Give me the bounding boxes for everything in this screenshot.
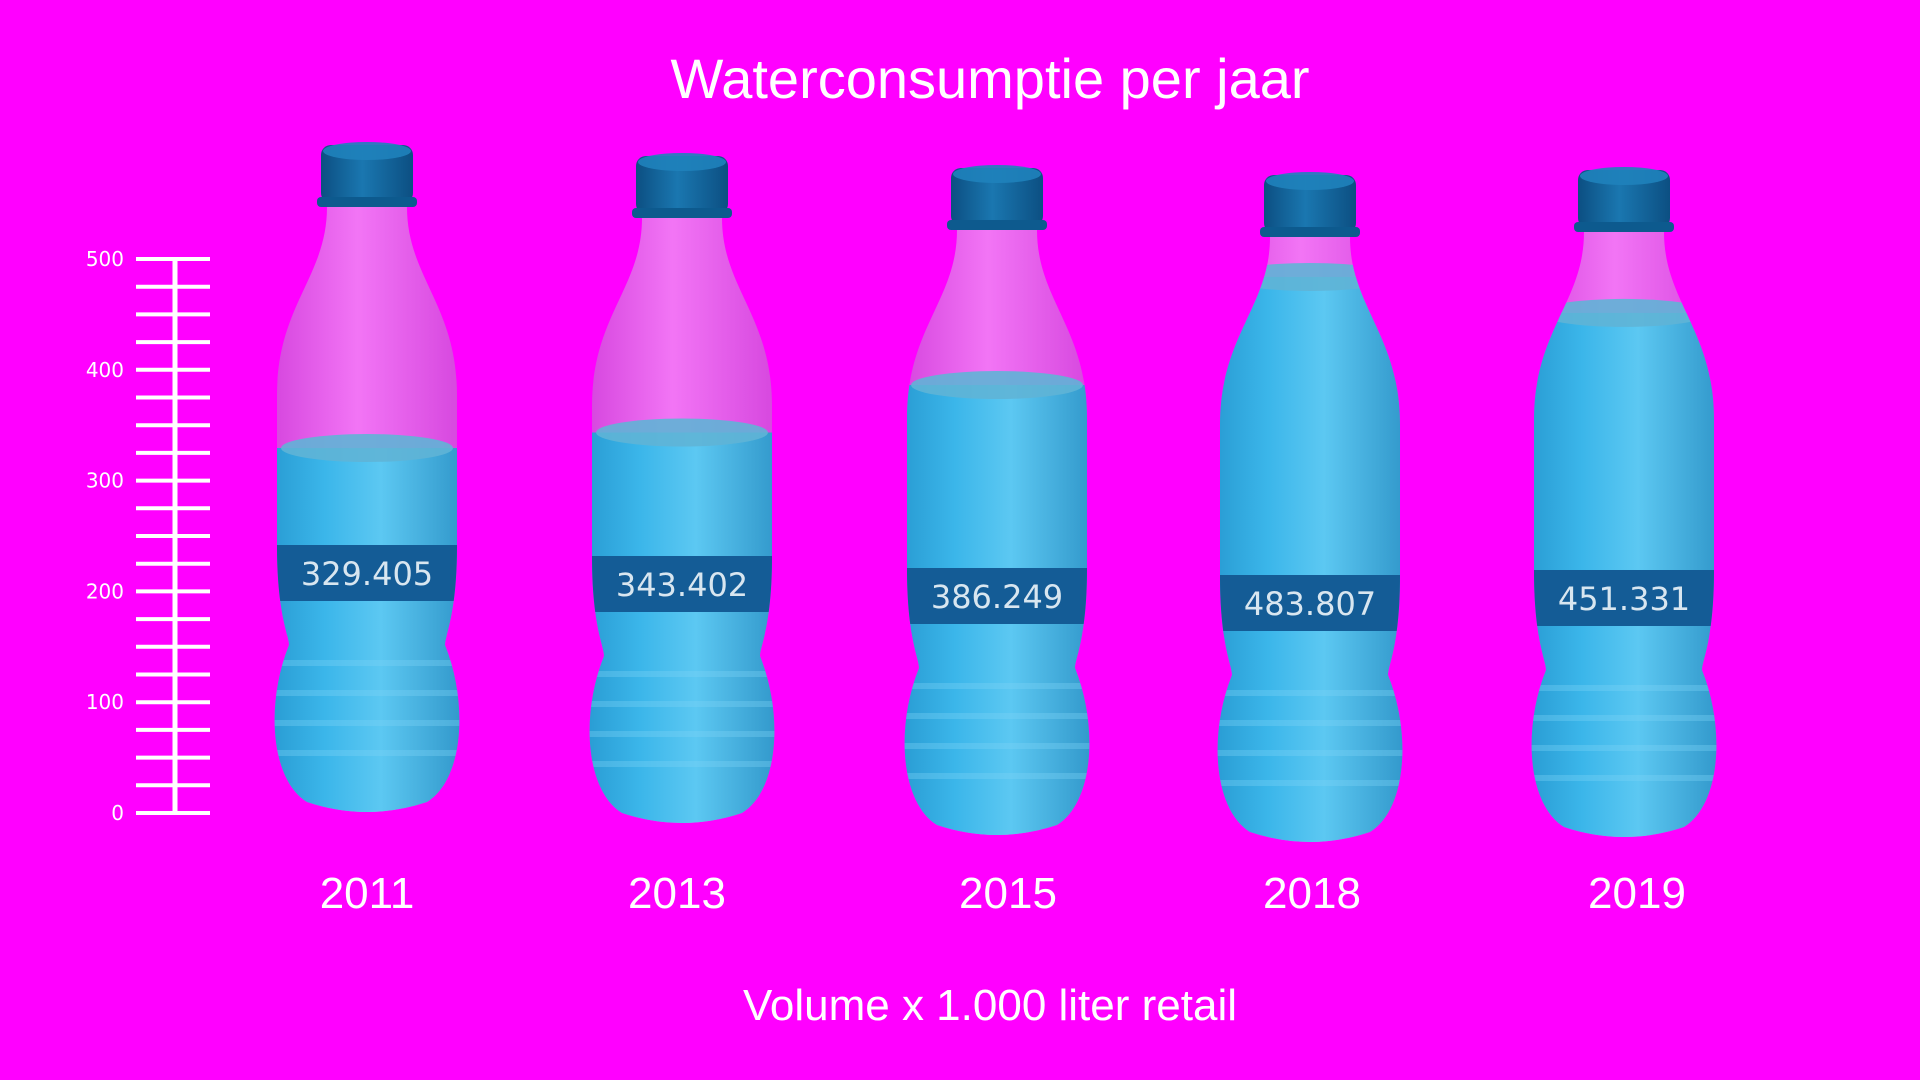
bottles-group: 329.405 343.402 386.249 483.807 451.331	[274, 142, 1717, 842]
y-axis-ruler: 0 100 200 300 400 500	[86, 247, 210, 825]
y-tick-label: 300	[86, 469, 124, 493]
bottle-value-label: 386.249	[931, 578, 1063, 616]
y-tick-label: 500	[86, 247, 124, 271]
water-surface	[1538, 298, 1710, 327]
y-tick-label: 200	[86, 579, 124, 603]
water-surface	[1224, 262, 1396, 291]
water-surface	[596, 418, 768, 447]
x-axis-category-labels: 2011 2013 2015 2018 2019	[320, 869, 1686, 918]
water-fill	[1217, 276, 1403, 842]
water-consumption-chart: Waterconsumptie per jaar 0 100 200 300 400 50…	[86, 47, 1717, 1030]
bottle-2018: 483.807	[1217, 172, 1403, 842]
bottle-2015: 386.249	[904, 165, 1090, 835]
x-category-label: 2013	[628, 869, 726, 918]
chart-title: Waterconsumptie per jaar	[670, 47, 1309, 110]
water-fill	[274, 448, 460, 812]
y-tick-label: 0	[111, 801, 124, 825]
x-category-label: 2015	[959, 869, 1057, 918]
bottle-value-label: 483.807	[1244, 585, 1376, 623]
water-surface	[281, 434, 453, 463]
x-category-label: 2019	[1588, 869, 1686, 918]
x-axis-label: Volume x 1.000 liter retail	[743, 981, 1237, 1030]
x-category-label: 2011	[320, 869, 415, 918]
bottle-value-label: 451.331	[1558, 580, 1690, 618]
y-tick-label: 400	[86, 358, 124, 382]
y-tick-label: 100	[86, 690, 124, 714]
bottle-value-label: 329.405	[301, 555, 433, 593]
bottle-value-label: 343.402	[616, 566, 748, 604]
x-category-label: 2018	[1263, 869, 1361, 918]
water-surface	[911, 371, 1083, 400]
bottle-2019: 451.331	[1531, 167, 1717, 837]
bottle-2013: 343.402	[589, 153, 775, 823]
bottle-2011: 329.405	[274, 142, 460, 812]
water-fill	[589, 432, 775, 823]
